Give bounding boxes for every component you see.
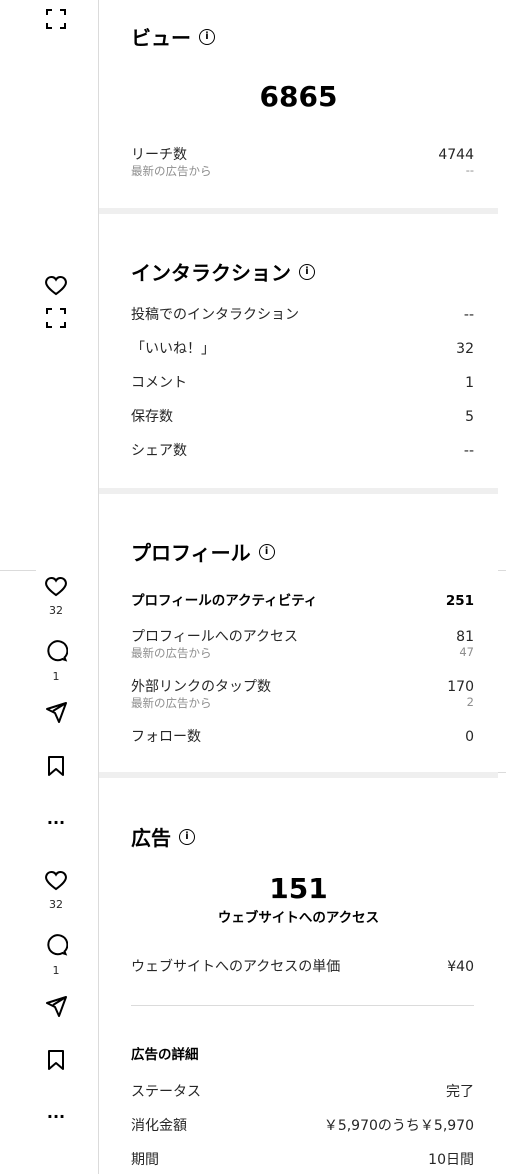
profile-access-sub-row: 最新の広告から 47	[131, 645, 474, 661]
views-total: 6865	[259, 80, 338, 113]
interaction-row: 投稿でのインタラクション --	[131, 304, 474, 324]
info-icon[interactable]: i	[179, 828, 195, 845]
external-link-label: 外部リンクのタップ数	[131, 679, 271, 695]
like-count: 32	[49, 898, 63, 911]
profile-access-sub-value: 47	[459, 645, 474, 659]
reach-row: リーチ数 4744	[131, 144, 474, 164]
external-link-value: 170	[447, 679, 474, 695]
divider	[131, 1005, 474, 1006]
section-separator	[99, 772, 498, 778]
interaction-label: 投稿でのインタラクション	[131, 307, 299, 323]
ads-title: 広告 i	[131, 822, 195, 851]
profile-title: プロフィール i	[131, 537, 275, 566]
interaction-row: 保存数 5	[131, 406, 474, 426]
ads-total: 151	[269, 872, 328, 905]
reach-sub-row: 最新の広告から --	[131, 163, 474, 179]
ad-details-title: 広告の詳細	[131, 1047, 199, 1063]
share-icon[interactable]	[41, 697, 71, 727]
spend-row: 消化金額 ￥5,970のうち￥5,970	[131, 1115, 474, 1135]
interaction-label: 保存数	[131, 409, 173, 425]
period-value: 10日間	[428, 1152, 474, 1168]
interaction-value: 5	[465, 409, 474, 425]
views-title-text: ビュー	[131, 26, 191, 50]
interactions-title-text: インタラクション	[131, 261, 291, 285]
period-row: 期間 10日間	[131, 1149, 474, 1169]
comment-icon[interactable]	[41, 636, 71, 666]
period-label: 期間	[131, 1152, 159, 1168]
interaction-row: シェア数 --	[131, 440, 474, 460]
profile-title-text: プロフィール	[131, 541, 251, 565]
bookmark-icon[interactable]	[41, 751, 71, 781]
section-separator	[99, 208, 498, 214]
ads-title-text: 広告	[131, 826, 171, 850]
interaction-value: --	[463, 307, 474, 323]
spend-label: 消化金額	[131, 1118, 187, 1134]
like-count: 32	[49, 604, 63, 617]
comment-count: 1	[52, 964, 60, 977]
external-link-row: 外部リンクのタップ数 170	[131, 676, 474, 696]
status-label: ステータス	[131, 1084, 201, 1100]
interaction-value: 1	[465, 375, 474, 391]
comment-count: 1	[52, 670, 60, 683]
external-link-sub-row: 最新の広告から 2	[131, 695, 474, 711]
interaction-value: 32	[456, 341, 474, 357]
profile-activity-label: プロフィールのアクティビティ	[131, 593, 318, 609]
insights-panel: ビュー i 6865 リーチ数 4744 最新の広告から -- インタラクション…	[99, 0, 498, 1174]
status-value: 完了	[446, 1084, 474, 1100]
reach-sub-label: 最新の広告から	[131, 164, 212, 178]
profile-access-sub-label: 最新の広告から	[131, 646, 212, 660]
follow-row: フォロー数 0	[131, 726, 474, 746]
ad-details-title-row: 広告の詳細	[131, 1043, 474, 1063]
info-icon[interactable]: i	[199, 28, 215, 45]
interaction-label: コメント	[131, 375, 187, 391]
divider	[0, 570, 36, 571]
external-link-sub-label: 最新の広告から	[131, 696, 212, 710]
reach-sub-value: --	[465, 163, 474, 177]
spend-value: ￥5,970のうち￥5,970	[323, 1118, 474, 1134]
reach-label: リーチ数	[131, 147, 187, 163]
reach-value: 4744	[438, 147, 474, 163]
external-link-sub-value: 2	[466, 695, 474, 709]
profile-activity-value: 251	[445, 593, 474, 609]
more-icon[interactable]: ...	[41, 803, 71, 833]
interaction-label: 「いいね！」	[131, 341, 215, 357]
cost-per-visit-value: ¥40	[447, 959, 474, 975]
info-icon[interactable]: i	[299, 263, 315, 280]
ads-total-label: ウェブサイトへのアクセス	[217, 910, 380, 926]
profile-access-value: 81	[456, 629, 474, 645]
more-icon[interactable]: ...	[41, 1097, 71, 1127]
cost-per-visit-label: ウェブサイトへのアクセスの単価	[131, 959, 341, 975]
share-icon[interactable]	[41, 991, 71, 1021]
expand-icon[interactable]	[41, 4, 71, 34]
section-separator	[99, 488, 498, 494]
comment-icon[interactable]	[41, 930, 71, 960]
follow-label: フォロー数	[131, 729, 201, 745]
profile-access-label: プロフィールへのアクセス	[131, 629, 299, 645]
interaction-row: 「いいね！」 32	[131, 338, 474, 358]
heart-icon[interactable]	[41, 271, 71, 301]
bookmark-icon[interactable]	[41, 1045, 71, 1075]
cost-per-visit-row: ウェブサイトへのアクセスの単価 ¥40	[131, 956, 474, 976]
interaction-value: --	[463, 443, 474, 459]
views-title: ビュー i	[131, 22, 215, 51]
info-icon[interactable]: i	[258, 543, 275, 560]
profile-activity-row: プロフィールのアクティビティ 251	[131, 589, 474, 609]
interaction-label: シェア数	[131, 443, 187, 459]
follow-value: 0	[465, 729, 474, 745]
expand-icon[interactable]	[41, 303, 71, 333]
profile-access-row: プロフィールへのアクセス 81	[131, 626, 474, 646]
interactions-title: インタラクション i	[131, 257, 315, 286]
heart-icon[interactable]	[41, 572, 71, 602]
heart-icon[interactable]	[41, 866, 71, 896]
interaction-row: コメント 1	[131, 372, 474, 392]
left-action-column: 32 1 ... 32 1 ...	[0, 0, 99, 1174]
status-row: ステータス 完了	[131, 1081, 474, 1101]
